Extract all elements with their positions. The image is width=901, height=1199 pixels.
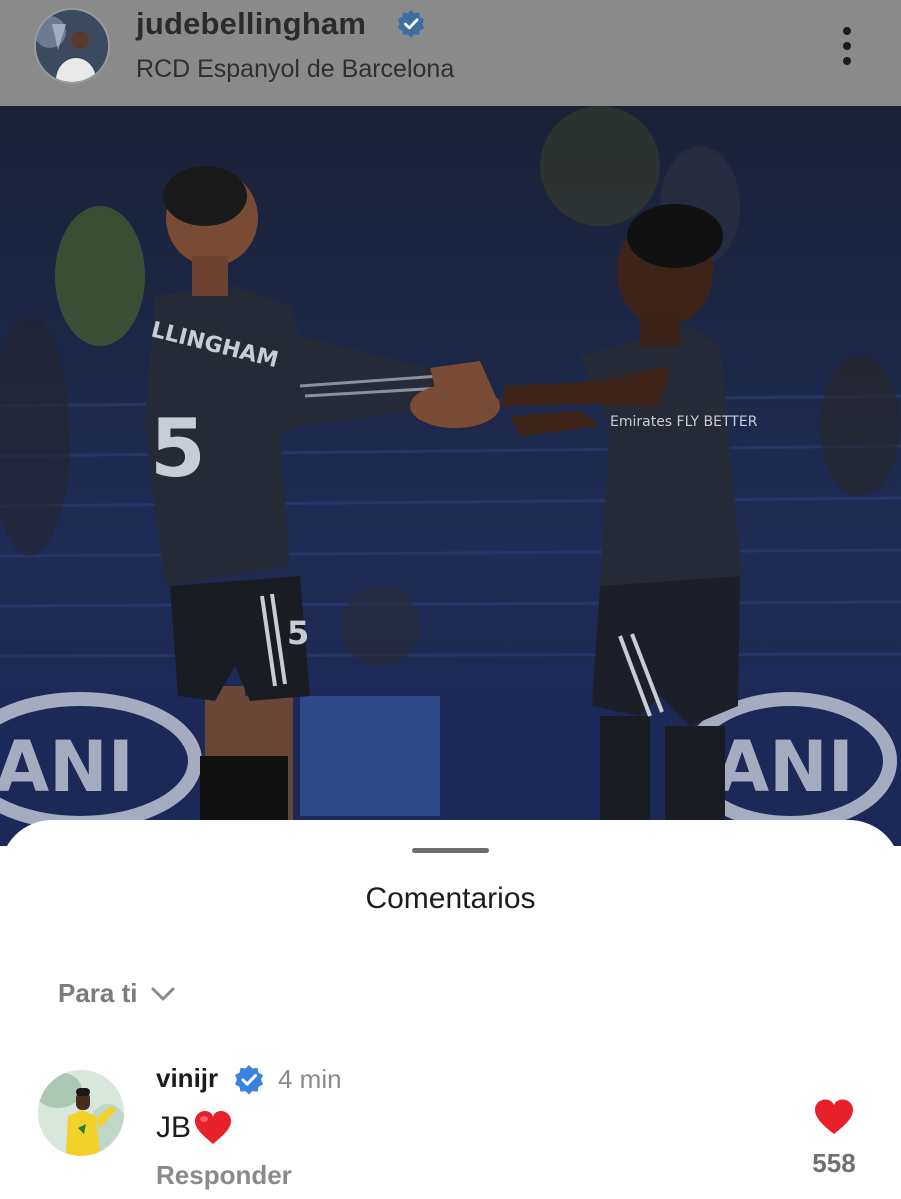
board-text-left: ANI <box>0 726 134 808</box>
post-location[interactable]: RCD Espanyol de Barcelona <box>136 55 454 84</box>
verified-badge-icon <box>235 1065 263 1095</box>
post-author-avatar[interactable] <box>36 10 108 82</box>
comment-text-body: JB <box>156 1111 192 1144</box>
sheet-drag-handle[interactable] <box>412 848 489 853</box>
more-options-icon[interactable] <box>832 24 862 68</box>
post-photo[interactable]: ANI ANI LLINGHAM 5 5 Emirates FLY BETTER <box>0 106 901 846</box>
comment-text: JB <box>156 1110 233 1146</box>
red-heart-emoji-icon <box>195 1111 232 1144</box>
chevron-down-icon <box>151 987 174 1000</box>
player-right-sponsor: Emirates FLY BETTER <box>610 414 758 430</box>
board-text-right: ANI <box>715 726 854 808</box>
comment-timestamp: 4 min <box>278 1064 342 1094</box>
comments-filter-dropdown[interactable]: Para ti <box>58 978 176 1009</box>
like-count: 558 <box>812 1148 856 1178</box>
player-left-short-number: 5 <box>287 614 309 652</box>
comments-sheet: Comentarios Para ti vinijr 4 min JB Resp… <box>0 820 901 1199</box>
post-username[interactable]: judebellingham <box>136 6 366 42</box>
post-header: judebellingham RCD Espanyol de Barcelona <box>0 0 901 106</box>
comments-title: Comentarios <box>365 882 536 915</box>
player-left-number: 5 <box>150 402 206 495</box>
verified-badge-icon <box>397 9 425 38</box>
commenter-username[interactable]: vinijr <box>156 1063 218 1094</box>
reply-button[interactable]: Responder <box>156 1160 292 1191</box>
commenter-avatar[interactable] <box>38 1070 124 1156</box>
filter-label: Para ti <box>58 978 138 1008</box>
heart-icon[interactable] <box>813 1098 855 1136</box>
